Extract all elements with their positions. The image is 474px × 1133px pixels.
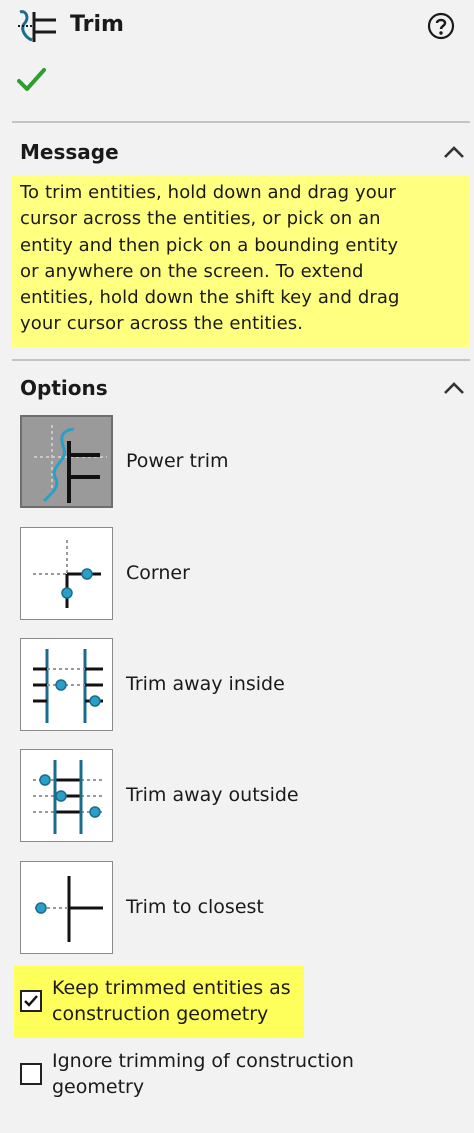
label-line: Keep trimmed entities as (52, 977, 291, 999)
message-line: or anywhere on the screen. To extend (20, 260, 364, 282)
trim-away-inside-icon (33, 649, 103, 723)
label-line: construction geometry (52, 1003, 269, 1025)
trim-away-inside-button[interactable] (20, 638, 113, 731)
message-box: To trim entities, hold down and drag you… (12, 176, 470, 348)
corner-button[interactable] (20, 527, 113, 620)
header: Trim (0, 0, 474, 110)
ok-button[interactable] (16, 64, 48, 96)
ignore-construction-checkbox[interactable] (20, 1063, 42, 1085)
trim-property-manager: Trim Message To trim entities, hold down… (0, 0, 474, 1133)
option-trim-away-inside[interactable]: Trim away inside (20, 638, 420, 734)
power-trim-button[interactable] (20, 415, 113, 508)
message-line: cursor across the entities, or pick on a… (20, 208, 381, 230)
option-label: Corner (126, 562, 190, 584)
option-label: Trim away inside (126, 673, 285, 695)
trim-tool-icon (18, 10, 56, 42)
checkmark-icon (24, 995, 38, 1007)
option-corner[interactable]: Corner (20, 527, 420, 623)
page-title: Trim (70, 12, 124, 37)
option-label: Trim to closest (126, 896, 264, 918)
label-line: geometry (52, 1076, 145, 1098)
divider (12, 359, 470, 361)
option-power-trim[interactable]: Power trim (20, 415, 420, 511)
keep-trimmed-label: Keep trimmed entities as construction ge… (52, 975, 291, 1027)
options-section-title: Options (20, 376, 108, 400)
message-line: entity and then pick on a bounding entit… (20, 234, 399, 256)
label-line: Ignore trimming of construction (52, 1050, 354, 1072)
option-label: Trim away outside (126, 784, 299, 806)
trim-away-outside-icon (33, 760, 103, 834)
trim-to-closest-icon (35, 876, 103, 942)
collapse-options-icon[interactable] (440, 378, 468, 398)
message-line: entities, hold down the shift key and dr… (20, 287, 400, 309)
option-label: Power trim (126, 450, 229, 472)
option-trim-to-closest[interactable]: Trim to closest (20, 861, 420, 957)
ignore-construction-checkbox-row[interactable]: Ignore trimming of construction geometry (14, 1047, 464, 1107)
message-line: your cursor across the entities. (20, 313, 304, 335)
keep-trimmed-checkbox[interactable] (20, 990, 42, 1012)
corner-icon (33, 540, 101, 608)
power-trim-icon (34, 425, 107, 503)
message-section-title: Message (20, 140, 119, 164)
message-line: To trim entities, hold down and drag you… (20, 182, 396, 203)
option-trim-away-outside[interactable]: Trim away outside (20, 749, 420, 845)
collapse-message-icon[interactable] (440, 142, 468, 162)
ignore-construction-label: Ignore trimming of construction geometry (52, 1048, 354, 1100)
keep-trimmed-checkbox-row[interactable]: Keep trimmed entities as construction ge… (14, 966, 464, 1038)
help-icon[interactable] (427, 12, 455, 40)
divider (12, 121, 470, 123)
trim-away-outside-button[interactable] (20, 749, 113, 842)
trim-to-closest-button[interactable] (20, 861, 113, 954)
